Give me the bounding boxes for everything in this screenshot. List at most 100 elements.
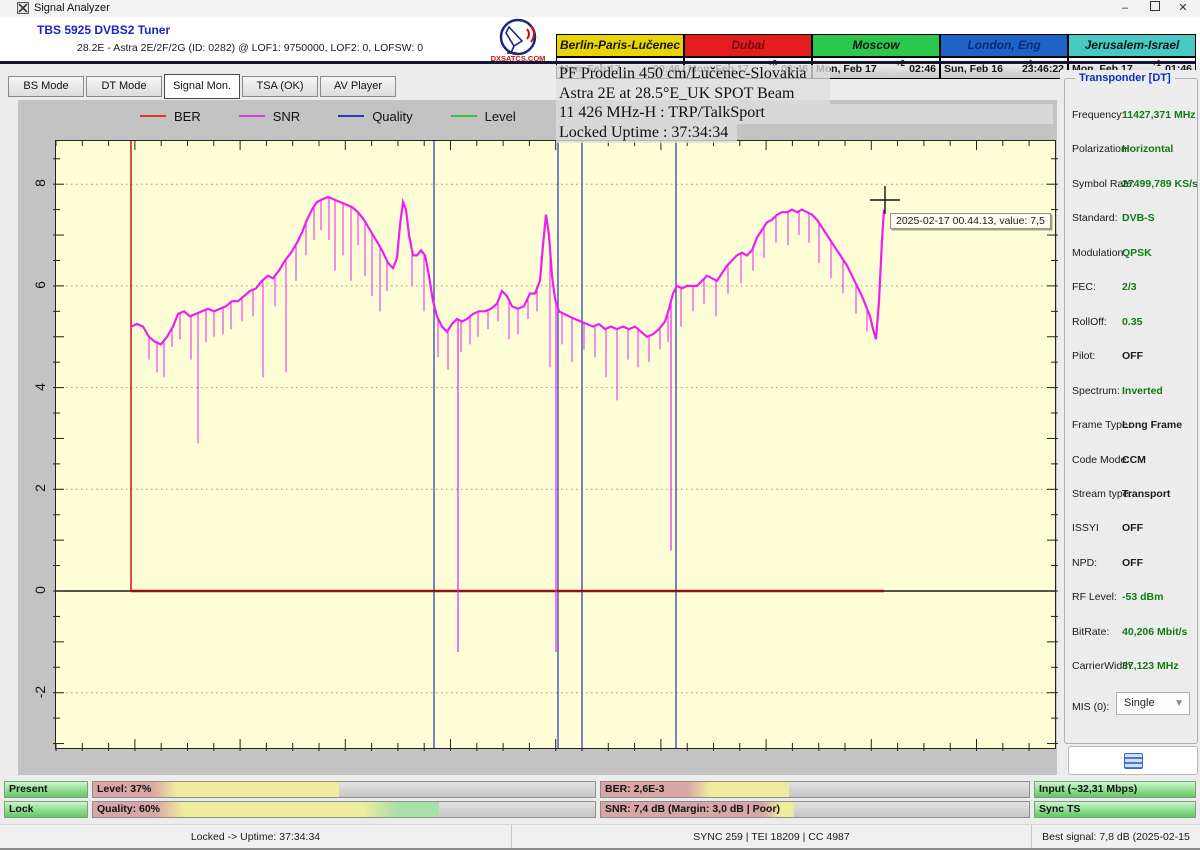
- field-label-14: RF Level:: [1072, 591, 1117, 603]
- field-label-12: ISSYI: [1072, 522, 1099, 534]
- window-title: Signal Analyzer: [34, 2, 110, 14]
- legend-swatch-quality: [338, 115, 364, 117]
- field-value-6: 0.35: [1122, 316, 1142, 328]
- field-value-13: OFF: [1122, 557, 1143, 569]
- input-badge: Input (~32,31 Mbps): [1034, 781, 1196, 798]
- overlay-line-4: Locked Uptime : 37:34:34: [556, 124, 737, 144]
- tuner-title: TBS 5925 DVBS2 Tuner: [37, 23, 170, 37]
- status-best-signal: Best signal: 7,8 dB (2025-02-15 20:23): [1032, 825, 1200, 849]
- level-bar: Level: 37%: [92, 781, 596, 798]
- minimize-button[interactable]: –: [1110, 0, 1140, 16]
- legend-label: Quality: [372, 109, 412, 124]
- status-uptime: Locked -> Uptime: 37:34:34: [0, 825, 512, 849]
- field-value-3: DVB-S: [1122, 212, 1155, 224]
- field-label-8: Spectrum:: [1072, 385, 1120, 397]
- snr-bar: SNR: 7,4 dB (Margin: 3,0 dB | Poor): [600, 801, 1030, 818]
- tuner-subtitle: 28.2E - Astra 2E/2F/2G (ID: 0282) @ LOF1…: [77, 42, 423, 54]
- chart-plot-area[interactable]: 2025-02-17 00.44.13, value: 7,5: [55, 140, 1056, 749]
- signal-analyzer-window: Signal Analyzer – ✕ TBS 5925 DVBS2 Tuner…: [0, 0, 1200, 850]
- dxsatcs-logo: DXSATCS.COM: [489, 17, 549, 63]
- y-tick-label--2: -2: [30, 682, 50, 702]
- chart-legend: BER SNR Quality Level: [140, 104, 516, 128]
- legend-item-level: Level: [451, 109, 516, 124]
- y-tick-label-0: 0: [30, 580, 50, 600]
- field-value-14: -53 dBm: [1122, 591, 1163, 603]
- quality-bar-text: Quality: 60%: [97, 803, 160, 815]
- chart-tooltip: 2025-02-17 00.44.13, value: 7,5: [890, 213, 1051, 229]
- legend-swatch-snr: [239, 115, 265, 117]
- quality-bar: Quality: 60%: [92, 801, 596, 818]
- tab-tsa-ok-[interactable]: TSA (OK): [242, 76, 318, 97]
- overlay-line-2: Astra 2E at 28.5°E_UK SPOT Beam: [556, 85, 830, 105]
- clock-3: London, EngSun, Feb 16-123:46:22: [941, 35, 1069, 78]
- field-label-4: Modulation:: [1072, 247, 1126, 259]
- field-value-4: QPSK: [1122, 247, 1152, 259]
- legend-label: BER: [174, 109, 201, 124]
- clock-time: 23:46:22: [1022, 63, 1064, 75]
- snr-series: [131, 197, 884, 345]
- field-label-7: Pilot:: [1072, 350, 1095, 362]
- sync-ts-badge: Sync TS: [1034, 801, 1196, 818]
- legend-item-quality: Quality: [338, 109, 412, 124]
- field-label-13: NPD:: [1072, 557, 1097, 569]
- clock-city-label: Moscow: [813, 35, 939, 58]
- maximize-button[interactable]: [1140, 0, 1170, 16]
- field-value-16: 37,123 MHz: [1122, 660, 1179, 672]
- field-label-5: FEC:: [1072, 281, 1096, 293]
- field-value-0: 11427,371 MHz: [1122, 109, 1196, 121]
- level-bar-text: Level: 37%: [97, 783, 151, 795]
- field-label-0: Frequency:: [1072, 109, 1125, 121]
- tab-dt-mode[interactable]: DT Mode: [86, 76, 162, 97]
- field-value-7: OFF: [1122, 350, 1143, 362]
- field-value-15: 40,206 Mbit/s: [1122, 626, 1187, 638]
- legend-swatch-ber: [140, 115, 166, 117]
- clock-city-label: London, Eng: [941, 35, 1067, 58]
- mis-label: MIS (0):: [1072, 701, 1109, 713]
- overlay-line-1: PF Prodelin 450 cm/Lučenec-Slovakia: [556, 65, 830, 85]
- field-label-10: Code Mode:: [1072, 454, 1129, 466]
- legend-label: Level: [485, 109, 516, 124]
- maximize-icon: [1150, 1, 1160, 11]
- clock-time: 02:46: [909, 63, 936, 75]
- tab-signal-mon-[interactable]: Signal Mon.: [164, 74, 240, 99]
- tab-av-player[interactable]: AV Player: [320, 76, 396, 97]
- field-value-1: Horizontal: [1122, 143, 1173, 155]
- header-separator: [0, 61, 1196, 64]
- ber-bar-text: BER: 2,6E-3: [605, 783, 665, 795]
- y-tick-label-2: 2: [30, 478, 50, 498]
- field-value-8: Inverted: [1122, 385, 1163, 397]
- mis-dropdown[interactable]: Single ▼: [1116, 692, 1190, 715]
- y-tick-label-6: 6: [30, 275, 50, 295]
- field-label-3: Standard:: [1072, 212, 1118, 224]
- snr-bar-text: SNR: 7,4 dB (Margin: 3,0 dB | Poor): [605, 803, 780, 815]
- mis-value: Single: [1124, 697, 1155, 709]
- chevron-down-icon: ▼: [1174, 693, 1184, 714]
- ber-bar: BER: 2,6E-3: [600, 781, 1030, 798]
- clock-city-label: Dubai: [685, 35, 811, 58]
- field-value-2: 27499,789 KS/s: [1122, 178, 1198, 190]
- lock-badge: Lock: [4, 801, 88, 818]
- transponder-title: Transponder [DT]: [1075, 72, 1175, 84]
- disk-stack-icon: [1124, 753, 1143, 769]
- tab-bs-mode[interactable]: BS Mode: [8, 76, 84, 97]
- y-tick-label-4: 4: [30, 377, 50, 397]
- signal-chart-widget: BER SNR Quality Level 2025-02-17 00.44.13, …: [18, 100, 1057, 775]
- present-badge: Present: [4, 781, 88, 798]
- close-button[interactable]: ✕: [1168, 0, 1198, 16]
- clock-date: Sun, Feb 16: [944, 63, 1003, 75]
- field-label-6: RollOff:: [1072, 316, 1107, 328]
- header: TBS 5925 DVBS2 Tuner 28.2E - Astra 2E/2F…: [0, 17, 1200, 63]
- field-value-11: Transport: [1122, 488, 1170, 500]
- field-value-10: CCM: [1122, 454, 1146, 466]
- field-value-12: OFF: [1122, 522, 1143, 534]
- overlay-line-3: 11 426 MHz-H : TRP/TalkSport: [556, 104, 1053, 124]
- clock-city-label: Jerusalem-Israel: [1069, 35, 1195, 58]
- legend-item-snr: SNR: [239, 109, 300, 124]
- stream-record-button[interactable]: [1068, 746, 1198, 775]
- field-label-15: BitRate:: [1072, 626, 1109, 638]
- clock-city-label: Berlin-Paris-Lučenec: [557, 35, 683, 58]
- status-bar: Locked -> Uptime: 37:34:34 SYNC 259 | TE…: [0, 824, 1200, 849]
- field-value-9: Long Frame: [1122, 419, 1182, 431]
- app-icon: [17, 2, 29, 14]
- field-value-5: 2/3: [1122, 281, 1137, 293]
